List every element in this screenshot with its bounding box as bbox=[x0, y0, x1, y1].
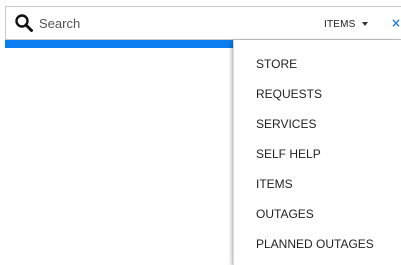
search-widget: ITEMS × STORE REQUESTS SERVICES SELF HEL… bbox=[0, 0, 401, 265]
search-input[interactable] bbox=[39, 13, 279, 33]
scope-dropdown-menu: STORE REQUESTS SERVICES SELF HELP ITEMS … bbox=[233, 40, 401, 265]
scope-selected-label: ITEMS bbox=[324, 18, 356, 30]
menu-item-requests[interactable]: REQUESTS bbox=[234, 84, 401, 114]
scope-dropdown-toggle[interactable]: ITEMS bbox=[324, 16, 368, 32]
menu-item-self-help[interactable]: SELF HELP bbox=[234, 144, 401, 174]
caret-down-icon bbox=[361, 22, 368, 26]
menu-item-items[interactable]: ITEMS bbox=[234, 174, 401, 204]
close-icon[interactable]: × bbox=[389, 14, 401, 32]
search-bar: ITEMS × bbox=[5, 6, 401, 40]
results-pane bbox=[5, 48, 233, 265]
menu-item-planned-outages[interactable]: PLANNED OUTAGES bbox=[234, 234, 401, 264]
menu-item-store[interactable]: STORE bbox=[234, 54, 401, 84]
menu-item-outages[interactable]: OUTAGES bbox=[234, 204, 401, 234]
menu-item-services[interactable]: SERVICES bbox=[234, 114, 401, 144]
search-icon[interactable] bbox=[14, 13, 34, 33]
scope-menu-list: STORE REQUESTS SERVICES SELF HELP ITEMS … bbox=[234, 54, 401, 264]
